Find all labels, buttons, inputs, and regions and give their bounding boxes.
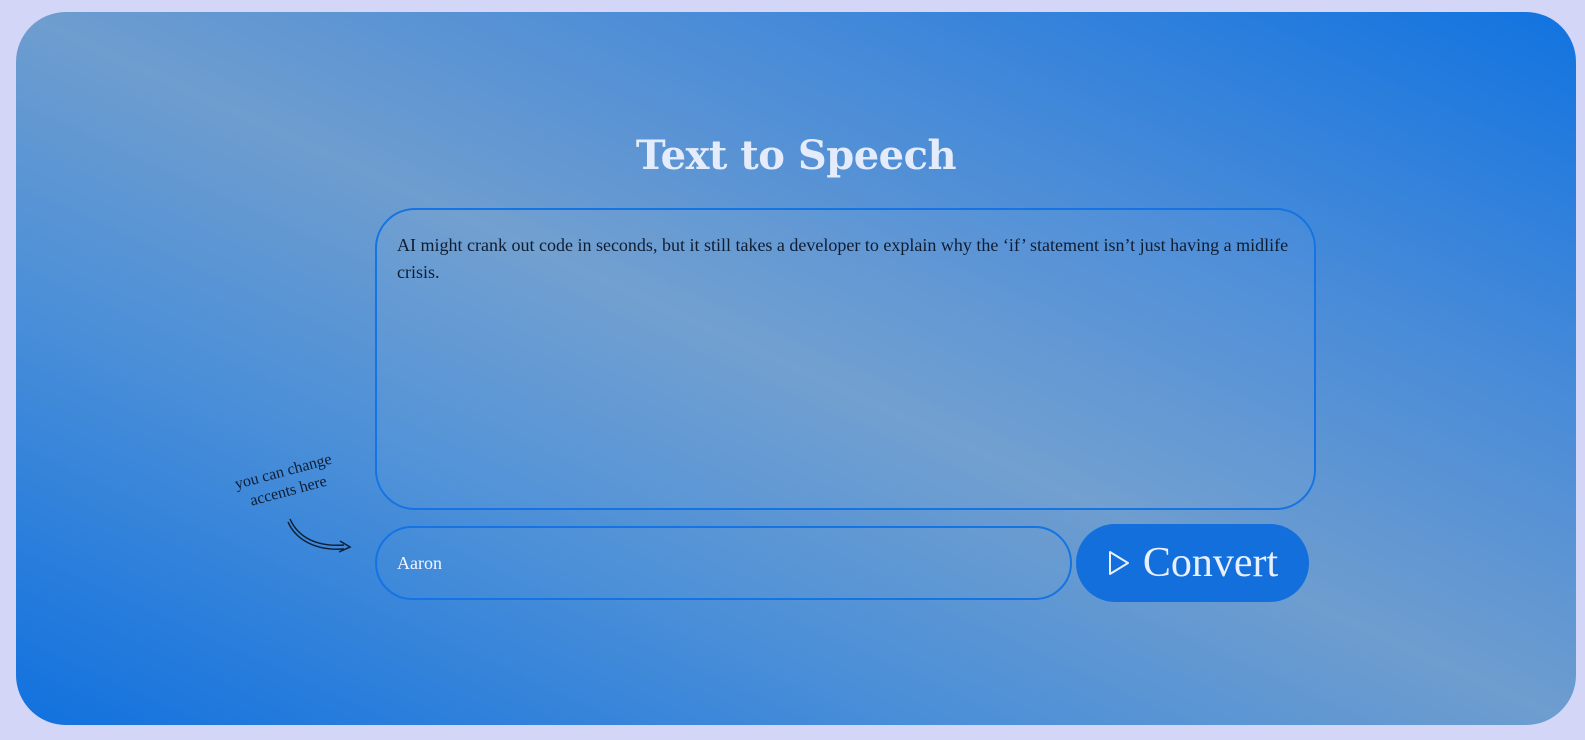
curved-arrow-icon	[287, 518, 352, 553]
tts-card: Text to Speech AI might crank out code i…	[16, 12, 1576, 725]
convert-button[interactable]: Convert	[1076, 524, 1309, 602]
accent-voice-input[interactable]	[375, 526, 1072, 600]
accent-hint: you can change accents here	[233, 450, 334, 510]
text-input[interactable]: AI might crank out code in seconds, but …	[375, 208, 1316, 510]
play-icon	[1107, 550, 1131, 576]
convert-label: Convert	[1142, 540, 1279, 586]
page-title: Text to Speech	[635, 132, 957, 179]
